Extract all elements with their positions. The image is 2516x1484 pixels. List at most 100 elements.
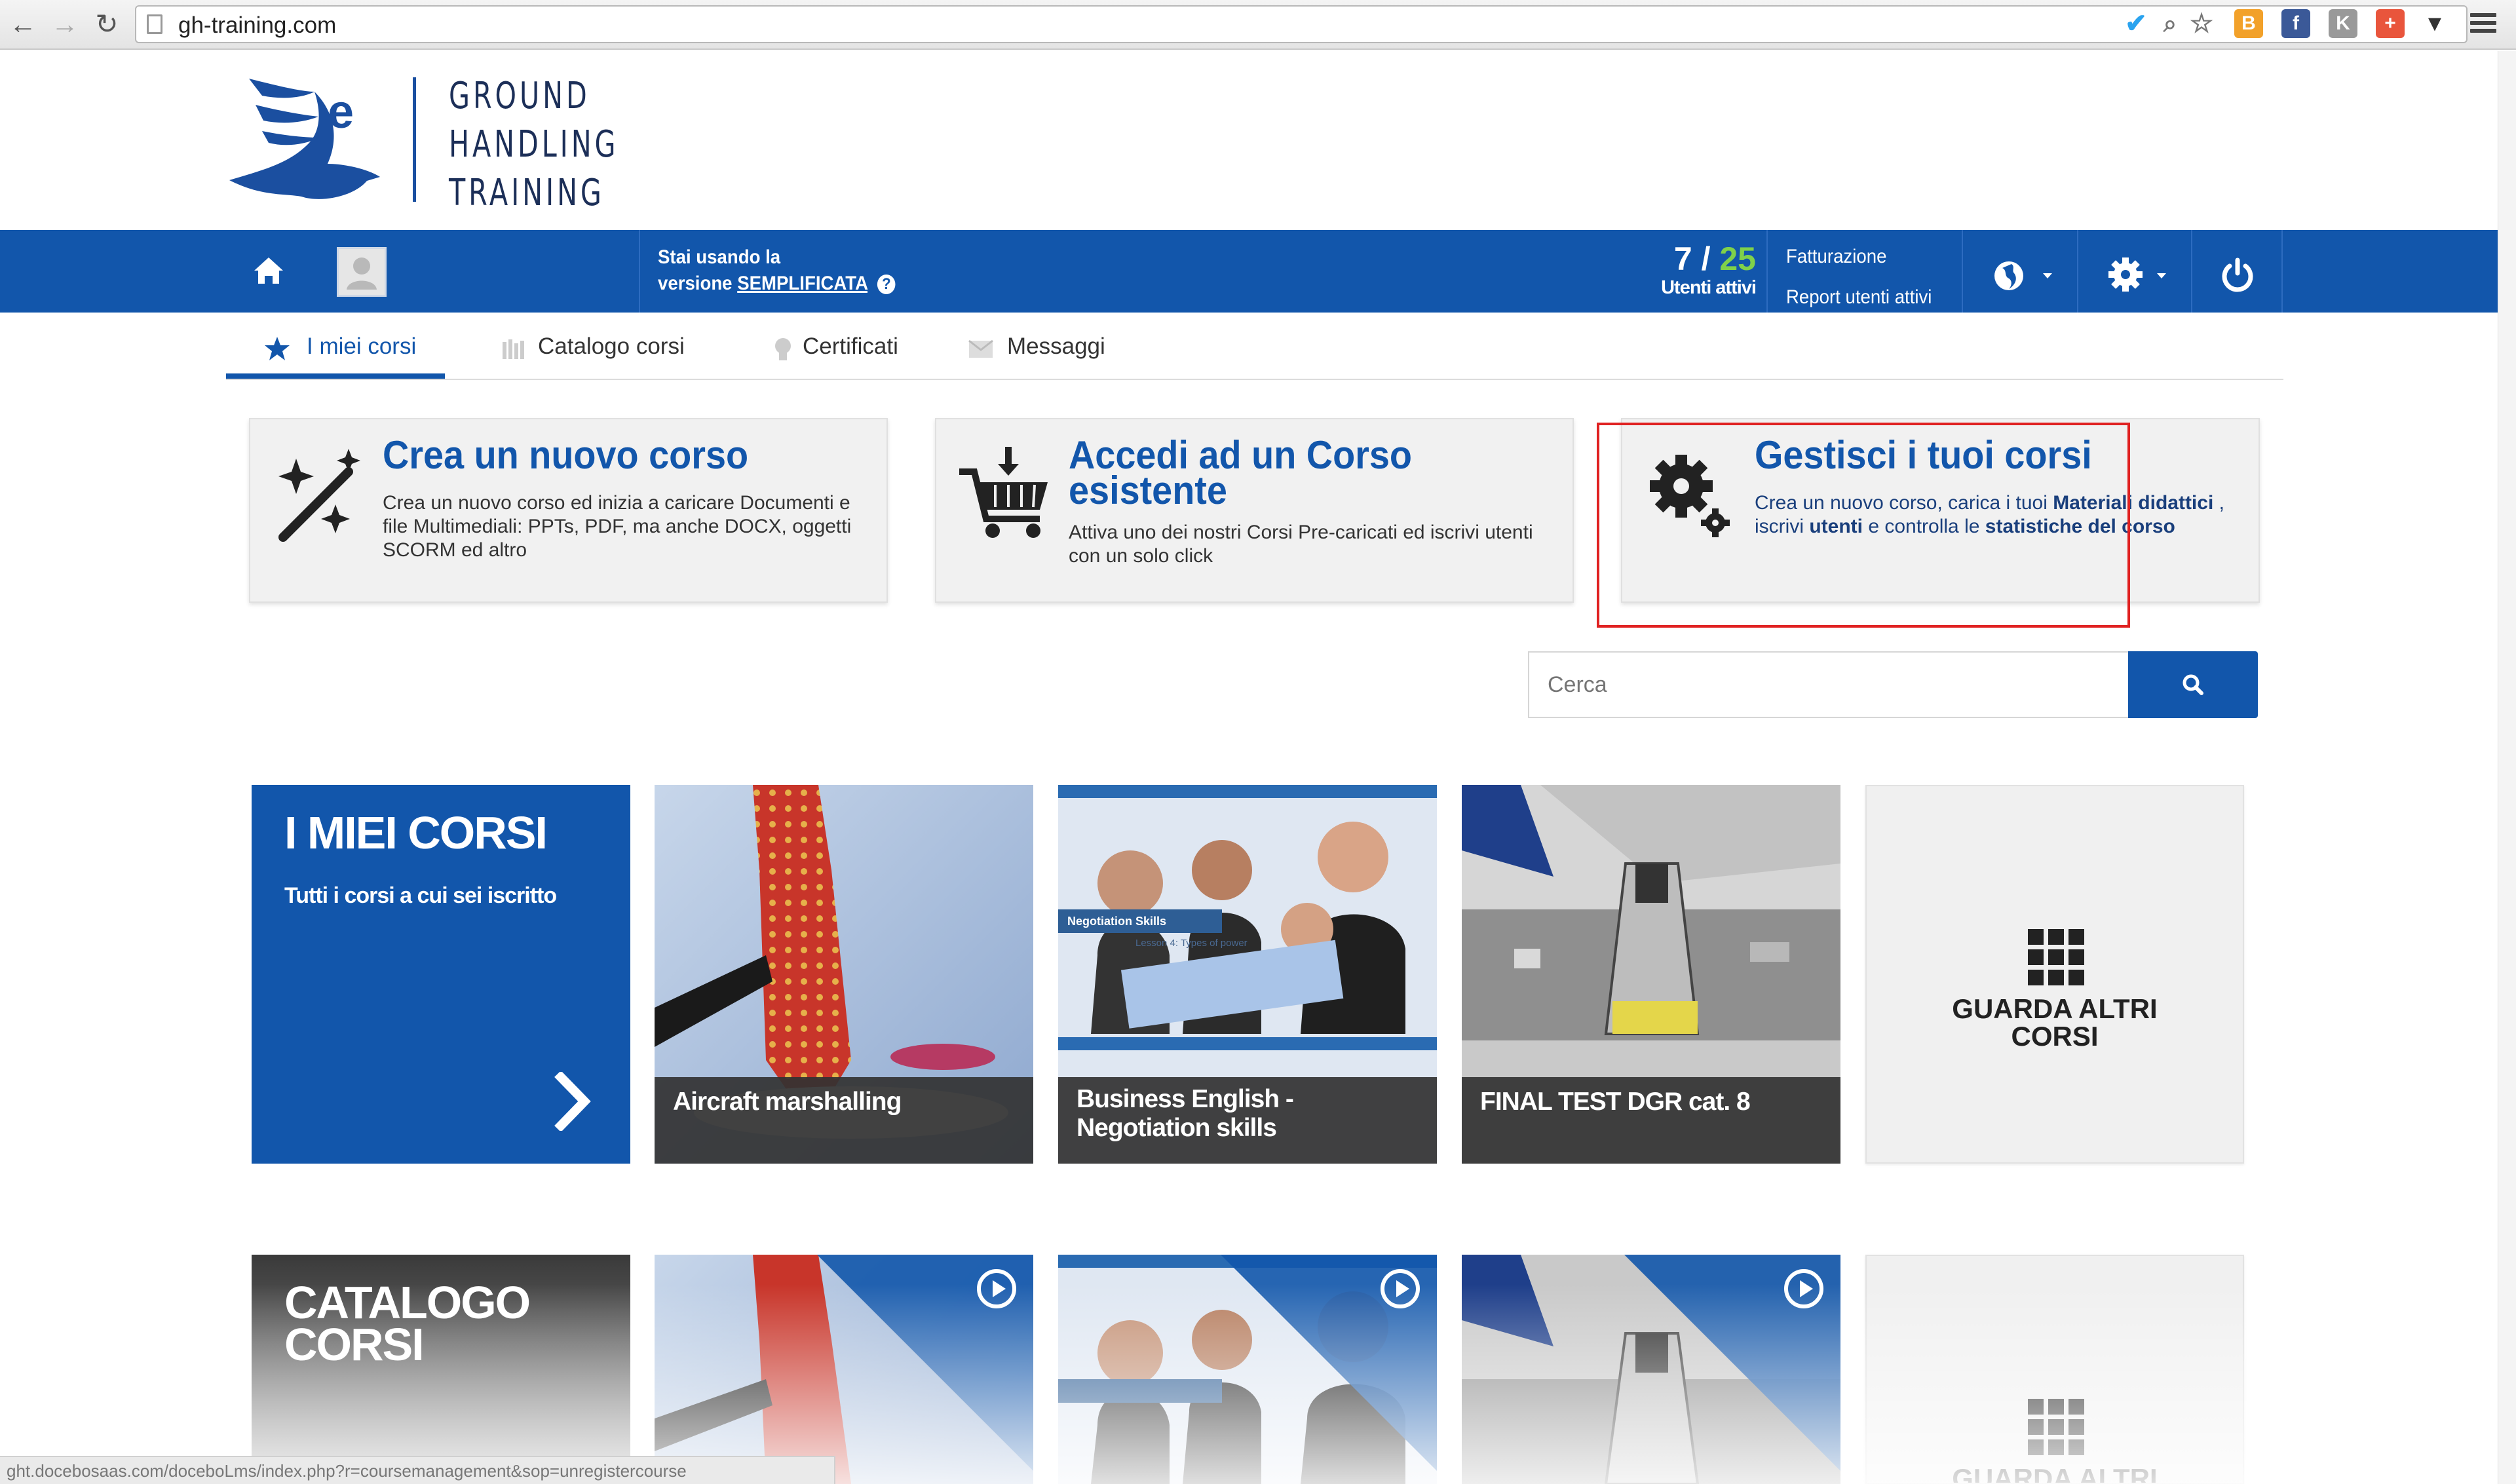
chevron-right-icon[interactable] [553, 1072, 592, 1131]
menu-icon[interactable] [2470, 13, 2496, 34]
tile-title-bar: Aircraft marshalling [655, 1077, 1033, 1164]
page-icon [147, 14, 162, 34]
facebook-icon[interactable]: f [2281, 9, 2310, 38]
search-icon [2182, 674, 2203, 695]
address-bar[interactable]: gh-training.com [135, 5, 2468, 43]
reload-icon[interactable]: ↻ [90, 8, 123, 41]
course-title: FINAL TEST DGR cat. 8 [1480, 1088, 1751, 1116]
twitter-icon[interactable]: ✔ [2122, 9, 2150, 38]
status-bar-url: ght.docebosaas.com/doceboLms/index.php?r… [0, 1456, 835, 1484]
access-course-card[interactable]: Accedi ad un Corso esistente Attiva uno … [935, 418, 1574, 603]
active-users-counter[interactable]: 7 / 25 Utenti attivi [1625, 240, 1757, 299]
search-input[interactable] [1528, 651, 2129, 718]
billing-menu: Fatturazione Report utenti attivi [1786, 237, 1932, 318]
cart-icon [959, 447, 1048, 538]
plus-icon[interactable]: + [2376, 9, 2405, 38]
divider [1766, 230, 1768, 313]
more-label: CORSI [2011, 1021, 2099, 1052]
logout-button[interactable] [2208, 230, 2267, 313]
tile-title-bar: FINAL TEST DGR cat. 8 [1462, 1077, 1840, 1164]
envelope-icon [968, 339, 993, 358]
globe-icon [1994, 261, 2052, 290]
tile-heading-line: CORSI [284, 1319, 425, 1370]
version-line1: Stai usando la [658, 246, 781, 268]
site-logo[interactable]: e GROUND HANDLING TRAINING [223, 66, 616, 216]
arrow-right-icon[interactable]: → [48, 8, 81, 41]
magic-wand-icon [278, 449, 360, 542]
course-tile[interactable]: Negotiation Skills Lesson 4: Types of po… [1058, 785, 1437, 1164]
language-dropdown[interactable] [1989, 230, 2061, 313]
tab-catalog[interactable]: Catalogo corsi [480, 314, 729, 379]
logo-wordmark: GROUND HANDLING TRAINING [449, 72, 656, 218]
card-description: Crea un nuovo corso ed inizia a caricare… [383, 492, 852, 561]
card-title-line: esistente [1069, 468, 1227, 512]
k-icon[interactable]: K [2329, 9, 2357, 38]
main-nav-bar: Stai usando la versione SEMPLIFICATA ? 7… [0, 230, 2516, 313]
arrow-left-icon[interactable]: ← [7, 8, 39, 41]
tab-messages[interactable]: Messaggi [955, 314, 1197, 379]
play-icon[interactable] [1784, 1269, 1823, 1308]
see-more-catalog-tile[interactable]: GUARDA ALTRI [1865, 1255, 2244, 1484]
more-label: GUARDA ALTRI [1952, 993, 2158, 1024]
my-courses-tile[interactable]: I MIEI CORSI Tutti i corsi a cui sei isc… [252, 785, 630, 1164]
url-text[interactable]: gh-training.com [178, 12, 336, 39]
users-label: Utenti attivi [1661, 277, 1757, 298]
search-button[interactable] [2128, 651, 2258, 718]
star-icon[interactable]: ☆ [2187, 9, 2216, 38]
see-more-courses-tile[interactable]: GUARDA ALTRI CORSI [1865, 785, 2244, 1164]
version-notice: Stai usando la versione SEMPLIFICATA ? [658, 244, 896, 297]
tile-heading-line: CATALOGO [284, 1277, 531, 1328]
highlight-box [1597, 423, 2130, 628]
billing-link[interactable]: Fatturazione [1786, 237, 1932, 277]
tile-title-bar: Business English - Negotiation skills [1058, 1077, 1437, 1164]
create-course-card[interactable]: Crea un nuovo corso Crea un nuovo corso … [249, 418, 888, 603]
course-tile[interactable]: FINAL TEST DGR cat. 8 [1462, 785, 1840, 1164]
scrollbar[interactable] [2498, 51, 2516, 1484]
report-link[interactable]: Report utenti attivi [1786, 277, 1932, 318]
home-button[interactable] [242, 230, 295, 313]
lesson-tag: Negotiation Skills [1067, 915, 1166, 928]
catalog-course-tile[interactable] [1462, 1255, 1840, 1484]
avatar[interactable] [337, 247, 387, 297]
catalog-icon [503, 339, 524, 359]
settings-dropdown[interactable] [2103, 230, 2175, 313]
eagle-logo-icon: e [229, 79, 380, 199]
blogger-icon[interactable]: B [2234, 9, 2263, 38]
catalog-tile[interactable]: CATALOGO CORSI [252, 1255, 630, 1484]
zoom-icon[interactable]: ⌕ [2156, 9, 2184, 38]
divider [2281, 230, 2283, 313]
certificate-icon [775, 338, 791, 360]
catalog-course-tile[interactable] [655, 1255, 1033, 1484]
catalog-course-tile[interactable] [1058, 1255, 1437, 1484]
grid-icon [2028, 929, 2084, 985]
lesson-subtitle: Lesson 4: Types of power [1135, 938, 1248, 949]
logo-line: HANDLING [449, 123, 619, 166]
star-icon [265, 337, 290, 360]
logo-divider [413, 77, 416, 202]
users-total: 25 [1719, 240, 1756, 277]
play-icon[interactable] [1381, 1269, 1420, 1308]
browser-toolbar: ← → ↻ gh-training.com ✔ ⌕ ☆ B f K + ▼ [0, 0, 2516, 50]
divider [639, 230, 640, 313]
card-description: Attiva uno dei nostri Corsi Pre-caricati… [1069, 522, 1533, 567]
tab-label: Certificati [803, 333, 898, 359]
user-icon [347, 257, 377, 290]
main-tabs: I miei corsi Catalogo corsi Certificati … [226, 314, 2283, 380]
home-icon [254, 257, 283, 284]
help-icon[interactable]: ? [877, 275, 896, 295]
tab-my-courses[interactable]: I miei corsi [226, 314, 445, 379]
more-label: GUARDA ALTRI [1952, 1463, 2158, 1484]
users-sep: / [1701, 240, 1711, 277]
bird-icon[interactable]: ▼ [2420, 9, 2449, 38]
card-title-line: Accedi ad un Corso [1069, 433, 1412, 477]
version-link[interactable]: SEMPLIFICATA [737, 273, 867, 294]
divider [2077, 230, 2078, 313]
course-tile[interactable]: Aircraft marshalling [655, 785, 1033, 1164]
play-icon[interactable] [977, 1269, 1016, 1308]
gear-icon [2108, 257, 2166, 292]
tab-certificates[interactable]: Certificati [744, 314, 953, 379]
logo-line: GROUND [449, 75, 590, 117]
users-active: 7 [1673, 240, 1692, 277]
course-title: Business English - Negotiation skills [1077, 1085, 1294, 1142]
tab-label: Catalogo corsi [538, 333, 685, 359]
